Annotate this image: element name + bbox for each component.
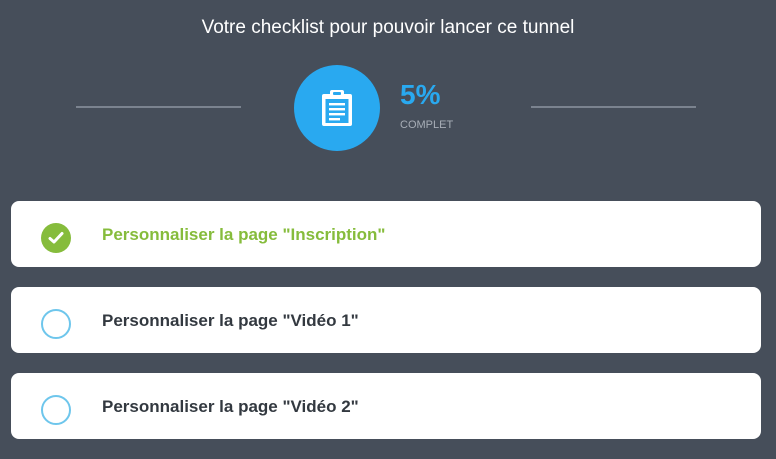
checkmark-icon — [48, 232, 64, 244]
checklist-item-video-2[interactable]: Personnaliser la page "Vidéo 2" — [11, 373, 761, 439]
progress-status-label: COMPLET — [400, 119, 454, 131]
checklist-item-video-1[interactable]: Personnaliser la page "Vidéo 1" — [11, 287, 761, 353]
checklist-item-inscription[interactable]: Personnaliser la page "Inscription" — [11, 201, 761, 267]
checklist-item-label: Personnaliser la page "Vidéo 1" — [102, 311, 359, 330]
checklist-item-label: Personnaliser la page "Inscription" — [102, 225, 386, 244]
progress-percent: 5% — [400, 79, 441, 110]
check-done-icon[interactable] — [41, 223, 71, 253]
checklist-list: Personnaliser la page "Inscription" Pers… — [11, 201, 761, 459]
checklist-title: Votre checklist pour pouvoir lancer ce t… — [201, 17, 575, 38]
progress-circle — [294, 65, 380, 151]
left-divider — [76, 106, 241, 108]
checklist-item-label: Personnaliser la page "Vidéo 2" — [102, 397, 359, 416]
clipboard-icon — [322, 90, 352, 126]
empty-circle-icon[interactable] — [41, 395, 71, 425]
right-divider — [531, 106, 696, 108]
empty-circle-icon[interactable] — [41, 309, 71, 339]
